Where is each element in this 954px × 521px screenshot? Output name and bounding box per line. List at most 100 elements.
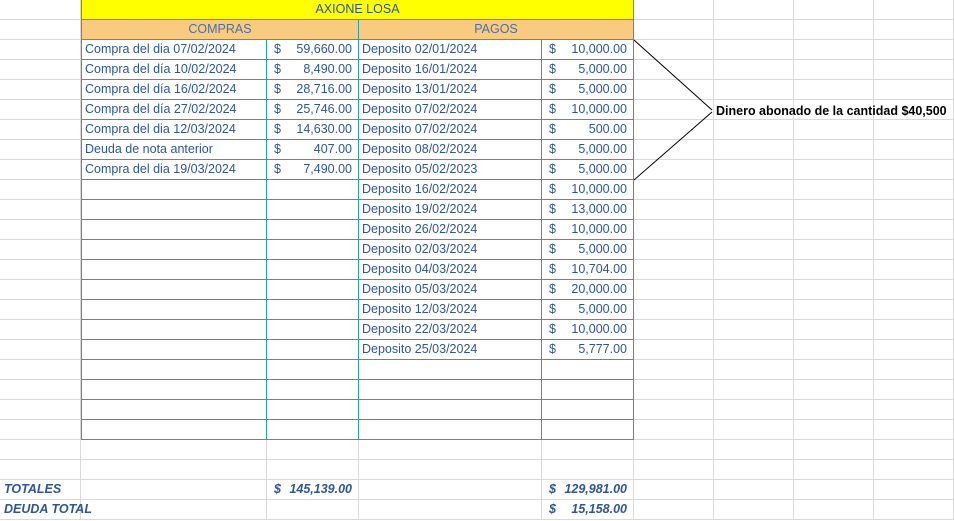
sheet-cell[interactable] [874,120,954,140]
sheet-cell[interactable] [81,300,267,320]
sheet-cell[interactable] [714,120,794,140]
sheet-cell[interactable] [267,460,359,480]
sheet-cell[interactable] [794,320,874,340]
sheet-cell[interactable] [634,360,714,380]
pago-desc[interactable]: Deposito 26/02/2024 [359,220,542,240]
sheet-cell[interactable] [267,380,359,400]
sheet-cell[interactable] [542,440,634,460]
sheet-cell[interactable] [794,160,874,180]
sheet-cell[interactable] [794,140,874,160]
sheet-cell[interactable] [634,100,714,120]
sheet-cell[interactable] [0,420,81,440]
sheet-cell[interactable] [874,0,954,20]
pago-desc[interactable]: Deposito 02/03/2024 [359,240,542,260]
sheet-cell[interactable] [267,400,359,420]
compra-amount[interactable]: $8,490.00 [267,60,359,80]
sheet-cell[interactable] [634,140,714,160]
sheet-cell[interactable] [634,160,714,180]
sheet-cell[interactable] [794,120,874,140]
pago-desc[interactable]: Deposito 05/03/2024 [359,280,542,300]
sheet-cell[interactable] [359,440,542,460]
sheet-cell[interactable] [794,20,874,40]
sheet-cell[interactable] [874,440,954,460]
compra-desc[interactable]: Compra del dia 07/02/2024 [81,40,267,60]
pago-amount[interactable]: $5,000.00 [542,60,634,80]
pago-desc[interactable]: Deposito 19/02/2024 [359,200,542,220]
sheet-cell[interactable] [714,180,794,200]
sheet-cell[interactable] [0,60,81,80]
sheet-cell[interactable] [0,0,81,20]
sheet-cell[interactable] [634,340,714,360]
sheet-cell[interactable] [267,280,359,300]
sheet-cell[interactable] [81,460,267,480]
sheet-cell[interactable] [634,240,714,260]
sheet-cell[interactable] [794,380,874,400]
sheet-cell[interactable] [634,420,714,440]
sheet-cell[interactable] [634,0,714,20]
pago-desc[interactable]: Deposito 02/01/2024 [359,40,542,60]
sheet-cell[interactable] [794,360,874,380]
sheet-cell[interactable] [267,300,359,320]
sheet-cell[interactable] [714,380,794,400]
sheet-cell[interactable] [874,320,954,340]
pago-amount[interactable]: $5,000.00 [542,160,634,180]
sheet-cell[interactable] [794,80,874,100]
deuda-total-value[interactable]: $15,158.00 [542,500,634,520]
sheet-cell[interactable] [714,260,794,280]
sheet-cell[interactable] [359,480,542,500]
sheet-cell[interactable] [634,440,714,460]
sheet-cell[interactable] [0,360,81,380]
pago-desc[interactable]: Deposito 05/02/2023 [359,160,542,180]
sheet-cell[interactable] [874,240,954,260]
sheet-cell[interactable] [794,340,874,360]
sheet-cell[interactable] [794,260,874,280]
sheet-cell[interactable] [81,240,267,260]
sheet-cell[interactable] [794,180,874,200]
sheet-cell[interactable] [0,460,81,480]
sheet-cell[interactable] [0,440,81,460]
sheet-cell[interactable] [267,180,359,200]
sheet-cell[interactable] [0,200,81,220]
pago-desc[interactable]: Deposito 22/03/2024 [359,320,542,340]
sheet-cell[interactable] [267,220,359,240]
sheet-cell[interactable] [267,360,359,380]
sheet-cell[interactable] [714,400,794,420]
pago-amount[interactable]: $5,000.00 [542,80,634,100]
compra-desc[interactable]: Compra del día 10/02/2024 [81,60,267,80]
sheet-cell[interactable] [874,280,954,300]
sheet-cell[interactable] [714,220,794,240]
sheet-cell[interactable] [714,140,794,160]
sheet-cell[interactable] [0,80,81,100]
sheet-cell[interactable] [874,420,954,440]
sheet-cell[interactable] [0,380,81,400]
compra-desc[interactable]: Deuda de nota anterior [81,140,267,160]
sheet-cell[interactable] [0,220,81,240]
sheet-cell[interactable] [0,260,81,280]
compra-amount[interactable]: $407.00 [267,140,359,160]
sheet-cell[interactable] [874,80,954,100]
sheet-cell[interactable] [714,80,794,100]
sheet-cell[interactable] [542,380,634,400]
sheet-cell[interactable] [267,440,359,460]
sheet-cell[interactable] [794,40,874,60]
sheet-cell[interactable] [874,20,954,40]
sheet-cell[interactable] [634,280,714,300]
sheet-cell[interactable] [714,440,794,460]
sheet-cell[interactable] [794,220,874,240]
sheet-cell[interactable] [0,280,81,300]
sheet-cell[interactable] [81,340,267,360]
sheet-cell[interactable] [267,420,359,440]
sheet-cell[interactable] [542,360,634,380]
sheet-cell[interactable] [81,220,267,240]
sheet-cell[interactable] [874,260,954,280]
sheet-cell[interactable] [874,480,954,500]
compra-desc[interactable]: Compra del día 16/02/2024 [81,80,267,100]
sheet-cell[interactable] [874,500,954,520]
sheet-cell[interactable] [874,200,954,220]
pagos-total[interactable]: $129,981.00 [542,480,634,500]
sheet-cell[interactable] [81,320,267,340]
sheet-cell[interactable] [81,180,267,200]
sheet-cell[interactable] [634,180,714,200]
sheet-cell[interactable] [634,20,714,40]
sheet-cell[interactable] [714,340,794,360]
